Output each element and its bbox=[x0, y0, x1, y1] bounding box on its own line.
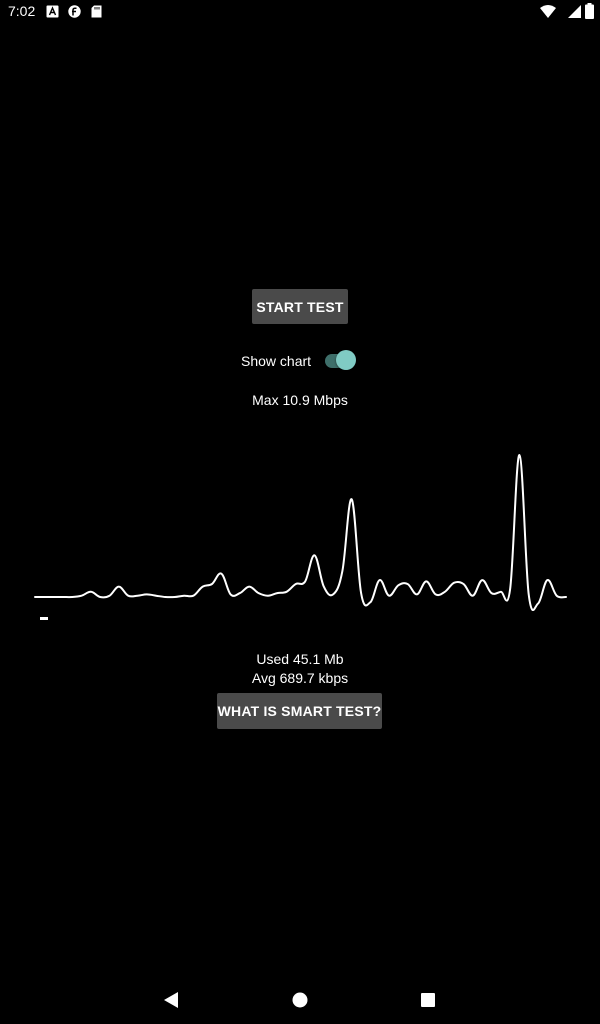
show-chart-switch[interactable] bbox=[325, 350, 359, 372]
status-time: 7:02 bbox=[8, 3, 36, 19]
start-test-button[interactable]: START TEST bbox=[252, 289, 348, 324]
f-notification-icon bbox=[68, 5, 81, 18]
back-icon[interactable] bbox=[157, 986, 185, 1014]
navigation-bar bbox=[0, 976, 600, 1024]
switch-thumb bbox=[336, 350, 356, 370]
what-is-smart-test-button[interactable]: WHAT IS SMART TEST? bbox=[217, 693, 382, 729]
chart-marker bbox=[40, 617, 48, 620]
recents-icon[interactable] bbox=[414, 986, 442, 1014]
chart-series-line bbox=[34, 453, 567, 611]
home-icon[interactable] bbox=[286, 986, 314, 1014]
cellular-signal-icon bbox=[568, 4, 582, 24]
show-chart-label: Show chart bbox=[241, 353, 312, 369]
avg-speed-text: Avg 689.7 kbps bbox=[251, 670, 349, 686]
battery-icon bbox=[585, 3, 594, 24]
status-bar: 7:02 bbox=[0, 0, 600, 24]
speed-chart bbox=[34, 453, 567, 620]
a-notification-icon bbox=[46, 5, 59, 18]
max-speed-text: Max 10.9 Mbps bbox=[252, 392, 348, 408]
sd-card-icon bbox=[90, 5, 103, 18]
used-data-text: Used 45.1 Mb bbox=[256, 651, 344, 667]
